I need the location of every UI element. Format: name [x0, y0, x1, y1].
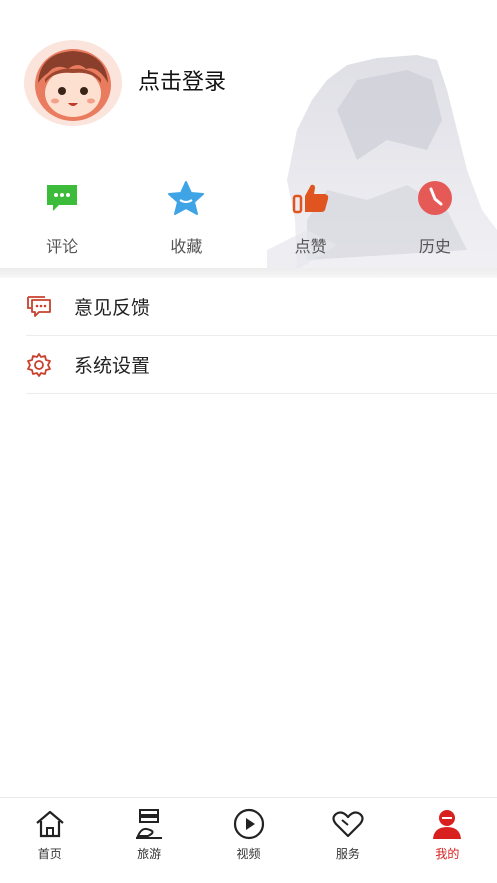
thumbs-up-icon	[291, 178, 331, 218]
menu-item-feedback[interactable]: 意见反馈	[26, 278, 497, 336]
tab-label: 服务	[335, 847, 360, 861]
comment-icon	[42, 178, 82, 218]
profile-header: 点击登录 评论 收藏 点赞 历史	[0, 0, 497, 270]
quick-action-comments[interactable]: 评论	[0, 178, 124, 262]
clock-icon	[415, 178, 455, 218]
star-icon	[166, 178, 206, 218]
quick-action-history[interactable]: 历史	[373, 178, 497, 262]
section-divider	[0, 268, 497, 278]
quick-action-label: 收藏	[170, 237, 203, 256]
quick-action-label: 历史	[418, 237, 451, 256]
bottom-tab-bar: 首页 旅游 视频 服务 我的	[0, 797, 497, 883]
tab-video[interactable]: 视频	[199, 798, 298, 883]
user-icon	[430, 807, 464, 841]
tab-label: 视频	[236, 847, 261, 861]
quick-action-favorites[interactable]: 收藏	[124, 178, 248, 262]
quick-action-label: 点赞	[294, 237, 327, 256]
menu-item-label: 意见反馈	[74, 297, 151, 319]
home-icon	[33, 807, 67, 841]
quick-action-label: 评论	[46, 237, 79, 256]
tab-label: 我的	[435, 847, 460, 861]
tab-service[interactable]: 服务	[298, 798, 397, 883]
tab-mine[interactable]: 我的	[398, 798, 497, 883]
menu-item-label: 系统设置	[74, 355, 151, 377]
tab-home[interactable]: 首页	[0, 798, 99, 883]
travel-icon	[132, 807, 166, 841]
avatar[interactable]	[24, 40, 122, 126]
quick-action-likes[interactable]: 点赞	[249, 178, 373, 262]
feedback-icon	[26, 294, 52, 320]
settings-gear-icon	[26, 352, 52, 378]
menu-item-settings[interactable]: 系统设置	[26, 336, 497, 394]
heart-icon	[331, 807, 365, 841]
tab-travel[interactable]: 旅游	[99, 798, 198, 883]
tab-label: 旅游	[137, 847, 162, 861]
login-button[interactable]: 点击登录	[138, 64, 226, 96]
quick-actions-row: 评论 收藏 点赞 历史	[0, 178, 497, 262]
cartoon-avatar-icon	[35, 49, 111, 121]
play-icon	[232, 807, 266, 841]
settings-menu-list: 意见反馈 系统设置	[0, 278, 497, 394]
tab-label: 首页	[37, 847, 62, 861]
